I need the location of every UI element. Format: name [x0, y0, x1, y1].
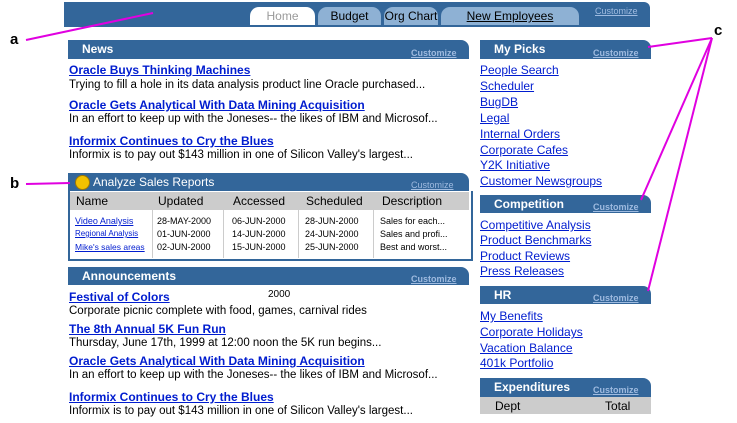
callout-label-c: c [714, 22, 723, 39]
callout-line-b [25, 182, 71, 185]
callout-line-c1 [647, 37, 713, 48]
callout-label-a: a [10, 31, 19, 48]
callout-label-b: b [10, 175, 20, 192]
callout-lines [25, 12, 713, 292]
callout-line-a [25, 12, 154, 41]
